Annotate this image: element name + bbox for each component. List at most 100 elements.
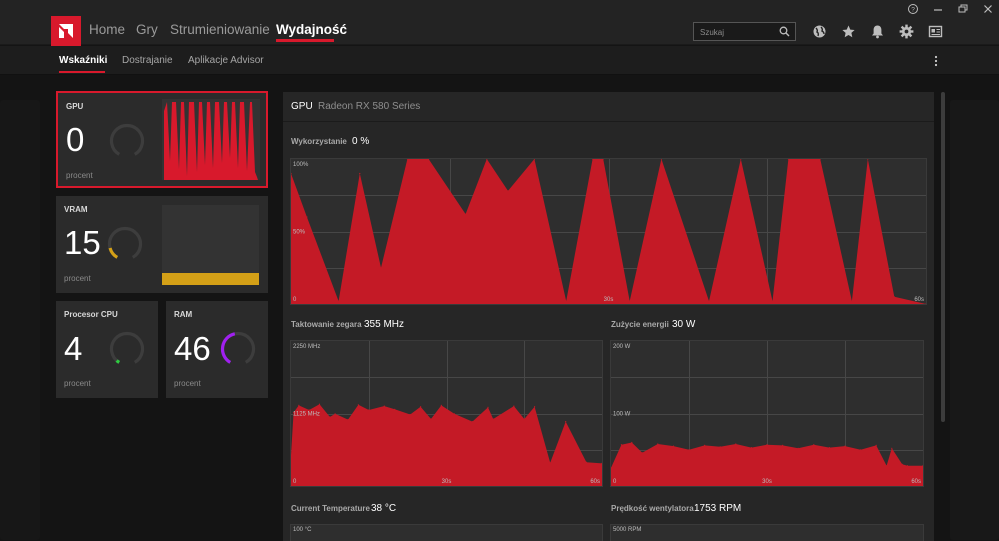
utilization-point (925, 303, 926, 304)
more-options-icon[interactable] (931, 55, 941, 67)
subtab-metrics[interactable]: Wskaźniki (59, 55, 107, 66)
clock-point (492, 418, 494, 420)
clock-point (383, 405, 385, 407)
utilization-point (291, 172, 292, 175)
metric-unit: procent (66, 171, 93, 180)
temperature-chart: 100 °C (290, 524, 603, 541)
cpu-gauge (109, 331, 145, 364)
power-chart: 200 W 100 W 0 30s 60s (610, 340, 924, 487)
nav-tab-streaming[interactable]: Strumieniowanie (170, 22, 270, 37)
cpu-gauge-track (109, 331, 145, 364)
clock-point (565, 421, 567, 423)
utilization-point (338, 300, 340, 302)
metric-card-cpu[interactable]: Procesor CPU 4 procent (56, 301, 158, 398)
x-axis-end-label: 60s (914, 297, 924, 303)
gear-icon[interactable] (899, 24, 914, 39)
clock-point (368, 409, 370, 411)
power-point (886, 465, 888, 467)
utilization-chart: 100% 50% 0 30s 60s (290, 158, 927, 305)
clock-point (347, 419, 349, 421)
search-box[interactable] (693, 22, 796, 41)
clock-value: 355 MHz (364, 319, 405, 330)
bell-icon[interactable] (870, 24, 885, 39)
close-icon[interactable] (982, 3, 994, 15)
x-axis-mid-label: 30s (762, 479, 772, 485)
power-label: Zużycie energii (611, 320, 669, 329)
power-point (906, 465, 908, 467)
power-point (672, 445, 674, 447)
clock-point (334, 413, 336, 415)
globe-icon[interactable] (812, 24, 827, 39)
nav-tab-games[interactable]: Gry (136, 22, 158, 37)
utilization-point (465, 213, 467, 215)
x-axis-end-label: 60s (911, 479, 921, 485)
metric-title: RAM (174, 310, 193, 319)
fan-speed-value: 1753 RPM (694, 503, 742, 514)
vram-gauge-fill (108, 247, 119, 259)
clock-point (430, 418, 432, 420)
metric-value: 0 (66, 121, 85, 158)
subtab-app-advisor[interactable]: Aplikacje Advisor (188, 55, 264, 66)
metric-value: 4 (64, 330, 83, 367)
cpu-gauge-fill (115, 359, 121, 364)
clock-point (549, 462, 551, 464)
amd-logo[interactable] (51, 16, 81, 46)
metric-card-ram[interactable]: RAM 46 procent (166, 301, 268, 398)
gpu-sparkline-area (164, 102, 258, 180)
power-point (782, 444, 784, 446)
metric-value: 46 (174, 330, 211, 367)
power-point (620, 444, 622, 446)
y-axis-mid-label: 50% (293, 230, 306, 236)
gpu-gauge-track (109, 123, 145, 156)
clock-point (471, 421, 473, 423)
clock-label: Taktowanie zegara (291, 320, 362, 329)
search-icon[interactable] (779, 26, 790, 37)
x-axis-mid-label: 30s (442, 479, 452, 485)
utilization-chart-svg: 100%50%0 30s 60s (291, 159, 926, 304)
utilization-point (380, 267, 382, 269)
minimize-icon[interactable] (932, 3, 944, 15)
power-point (844, 445, 846, 447)
search-input[interactable] (700, 25, 775, 39)
gpu-model-name: Radeon RX 580 Series (318, 101, 421, 112)
clock-point (318, 403, 321, 405)
restore-icon[interactable] (957, 3, 969, 15)
power-point (766, 444, 768, 446)
nav-tab-home[interactable]: Home (89, 22, 125, 37)
y-axis-top-label: 200 W (613, 344, 631, 350)
temperature-y-top: 100 °C (293, 527, 312, 533)
power-point (735, 443, 737, 445)
metric-card-gpu[interactable]: GPU 0 procent (56, 91, 268, 188)
clock-point (523, 418, 525, 420)
temperature-value: 38 °C (371, 503, 397, 514)
power-point (688, 449, 690, 451)
profile-card-icon[interactable] (928, 24, 943, 39)
utilization-point (708, 300, 710, 302)
power-point (875, 444, 877, 446)
clock-point (298, 404, 300, 406)
utilization-point (771, 300, 774, 302)
utilization-point (660, 159, 662, 160)
svg-text:?: ? (911, 6, 915, 13)
clock-point (409, 413, 411, 416)
clock-point (585, 461, 587, 463)
background-decor (0, 100, 40, 540)
vram-usage-bar (162, 205, 259, 285)
nav-tab-performance[interactable]: Wydajność (276, 22, 347, 37)
fan-speed-label: Prędkość wentylatora (611, 504, 694, 513)
metric-card-vram[interactable]: VRAM 15 procent (56, 196, 268, 293)
utilization-point (851, 300, 853, 302)
y-axis-mid-label: 100 W (613, 412, 631, 418)
power-point (631, 441, 633, 444)
ram-gauge-fill (220, 332, 236, 364)
metric-unit: procent (64, 274, 91, 283)
temperature-label: Current Temperature (291, 504, 370, 513)
utilization-point (565, 300, 567, 302)
scrollbar[interactable] (941, 92, 945, 422)
power-point (719, 446, 721, 448)
subtab-tuning[interactable]: Dostrajanie (122, 55, 173, 66)
clock-point (357, 404, 359, 406)
star-icon[interactable] (841, 24, 856, 39)
utilization-point (486, 159, 488, 160)
help-icon[interactable]: ? (907, 3, 919, 15)
